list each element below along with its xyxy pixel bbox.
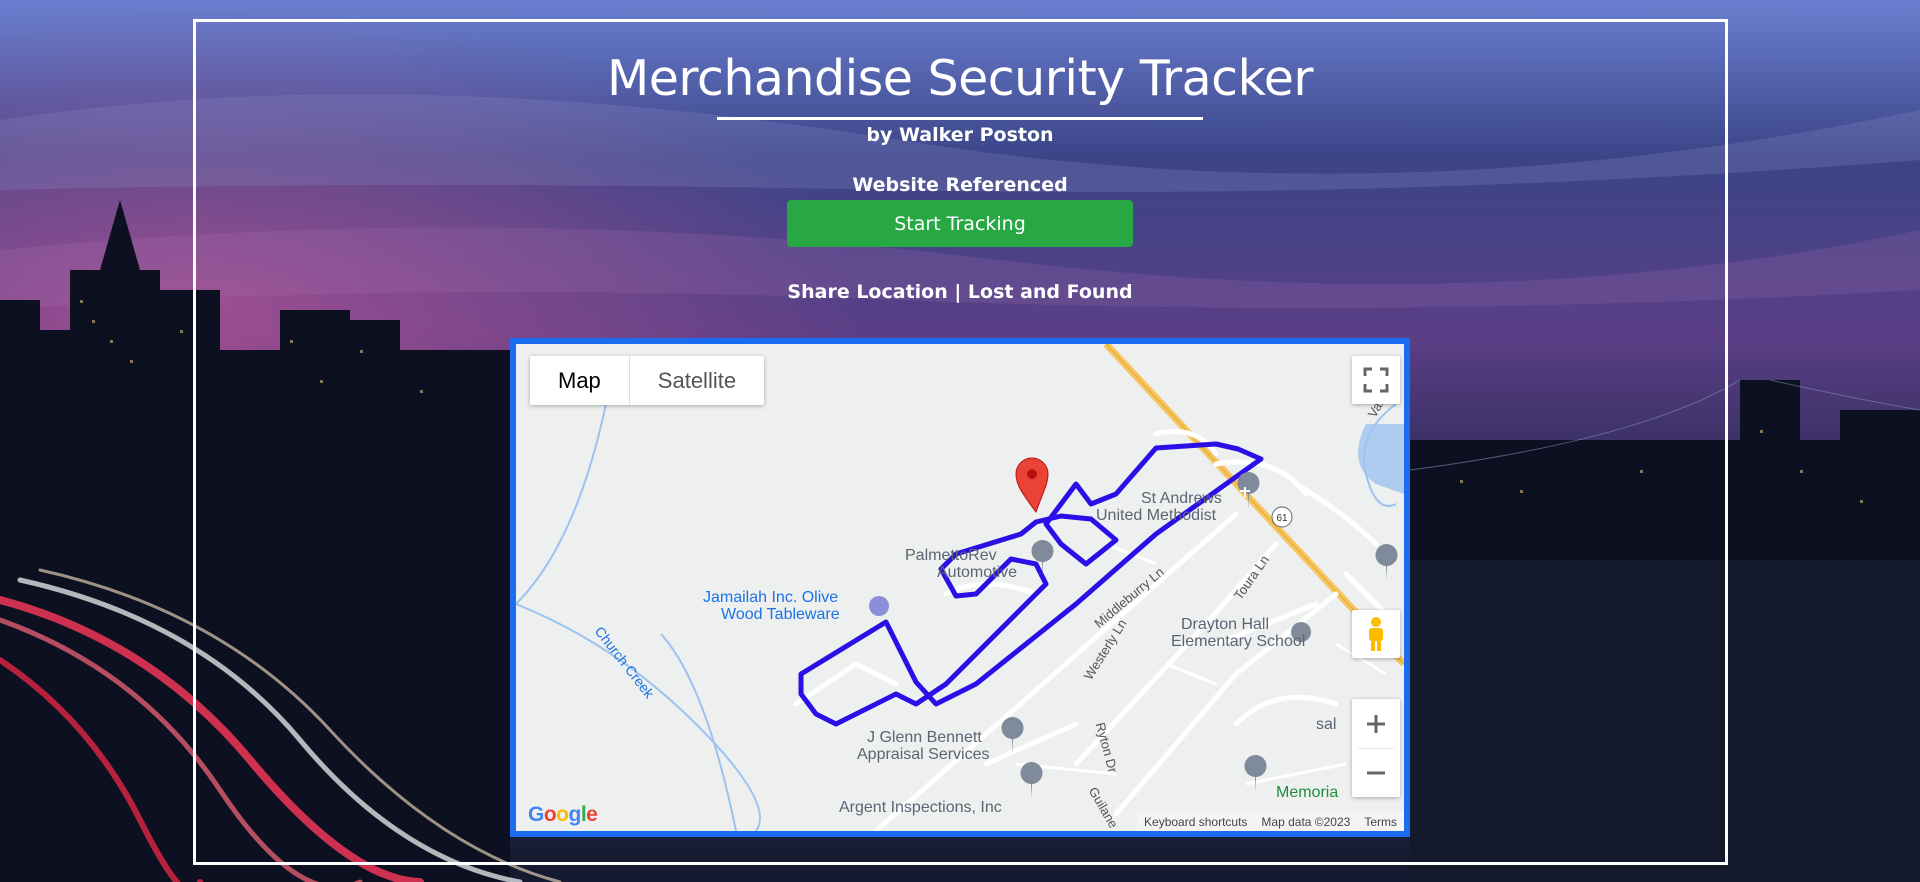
label-palmetto-2: Automotive bbox=[937, 564, 1018, 581]
minus-icon bbox=[1367, 771, 1385, 774]
label-jamailah-1: Jamailah Inc. Olive bbox=[703, 589, 839, 606]
zoom-in-button[interactable] bbox=[1352, 700, 1400, 748]
title-underline bbox=[717, 117, 1203, 120]
page-title: Merchandise Security Tracker bbox=[606, 50, 1314, 107]
share-location-link[interactable]: Share Location bbox=[787, 281, 947, 303]
label-jamailah-2: Wood Tableware bbox=[721, 606, 840, 623]
label-st-andrews: St Andrews bbox=[1141, 490, 1222, 507]
label-argent: Argent Inspections, Inc bbox=[839, 799, 1002, 816]
label-memorial: Memoria bbox=[1276, 784, 1339, 801]
map-type-map-button[interactable]: Map bbox=[530, 356, 630, 405]
street-view-pegman[interactable] bbox=[1352, 610, 1400, 658]
terms-link[interactable]: Terms bbox=[1357, 815, 1404, 829]
label-sal: sal bbox=[1316, 716, 1337, 733]
plus-icon bbox=[1367, 714, 1385, 733]
nav-links: Share Location | Lost and Found bbox=[0, 281, 1920, 303]
zoom-out-button[interactable] bbox=[1352, 749, 1400, 797]
keyboard-shortcuts-link[interactable]: Keyboard shortcuts bbox=[1137, 815, 1254, 829]
route-61-shield: 61 bbox=[1276, 513, 1288, 524]
lost-and-found-link[interactable]: Lost and Found bbox=[968, 281, 1133, 303]
label-palmetto-1: PalmettoRev bbox=[905, 547, 997, 564]
zoom-control bbox=[1352, 699, 1400, 797]
label-united-methodist: United Methodist bbox=[1096, 507, 1217, 524]
fullscreen-icon bbox=[1363, 367, 1389, 393]
map-attribution: Keyboard shortcuts Map data ©2023 Terms bbox=[1137, 813, 1404, 831]
google-logo[interactable]: Google bbox=[528, 803, 598, 827]
map-type-satellite-button[interactable]: Satellite bbox=[630, 356, 764, 405]
start-tracking-button[interactable]: Start Tracking bbox=[787, 200, 1133, 247]
label-bennett-1: J Glenn Bennett bbox=[867, 729, 982, 746]
map-data-text: Map data ©2023 bbox=[1261, 815, 1351, 829]
label-bennett-2: Appraisal Services bbox=[857, 746, 990, 763]
pegman-icon bbox=[1369, 617, 1383, 651]
label-drayton-1: Drayton Hall bbox=[1181, 616, 1270, 633]
link-separator: | bbox=[947, 281, 968, 303]
map[interactable]: 61 St Andrews United Methodist PalmettoR… bbox=[510, 338, 1410, 837]
fullscreen-button[interactable] bbox=[1352, 356, 1400, 404]
website-referenced-label: Website Referenced bbox=[852, 174, 1068, 196]
byline: by Walker Poston bbox=[866, 124, 1054, 146]
map-type-control: Map Satellite bbox=[530, 356, 765, 405]
label-drayton-2: Elementary School bbox=[1171, 633, 1306, 650]
